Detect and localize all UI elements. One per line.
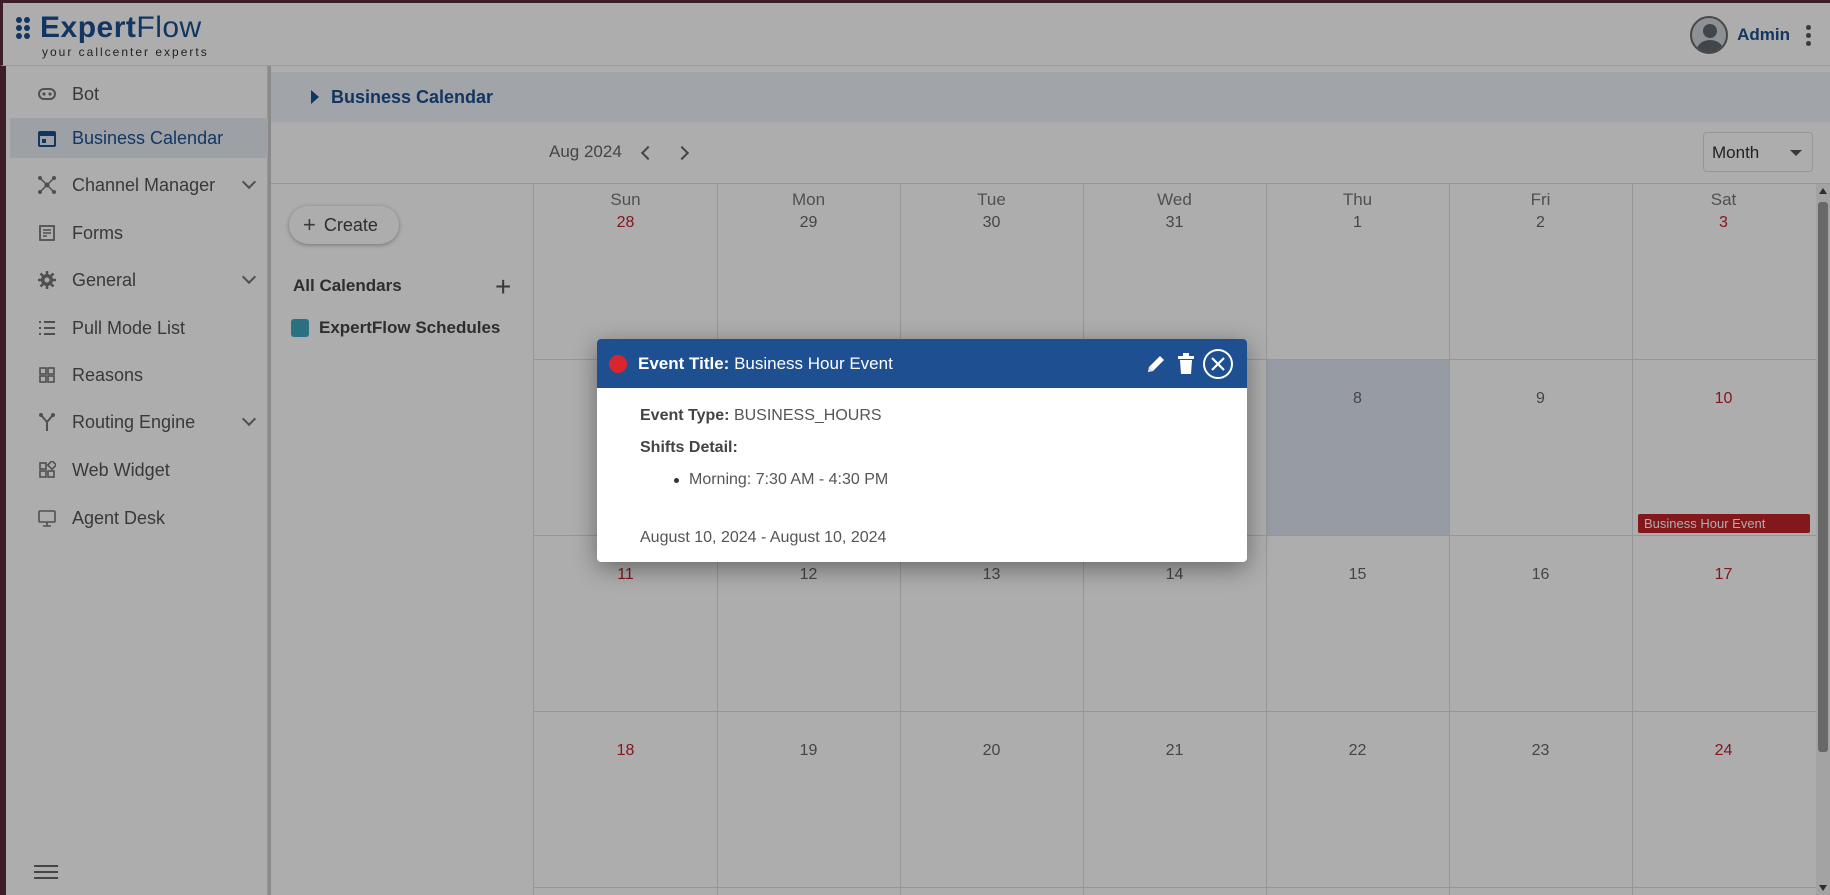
event-color-dot (609, 355, 627, 373)
dialog-header: Event Title: Business Hour Event (597, 339, 1247, 388)
shifts-heading: Shifts Detail: (640, 439, 738, 456)
event-type-row: Event Type: BUSINESS_HOURS (640, 407, 882, 424)
delete-icon[interactable] (1177, 353, 1195, 375)
edit-icon[interactable] (1145, 353, 1167, 375)
event-date-range: August 10, 2024 - August 10, 2024 (640, 529, 887, 546)
shift-item: Morning: 7:30 AM - 4:30 PM (674, 471, 1220, 489)
dialog-title: Event Title: Business Hour Event (638, 354, 893, 373)
event-details-dialog: Event Title: Business Hour Event Event T… (597, 339, 1247, 562)
close-icon[interactable] (1203, 349, 1233, 379)
dialog-body: Event Type: BUSINESS_HOURS Shifts Detail… (640, 407, 1220, 547)
